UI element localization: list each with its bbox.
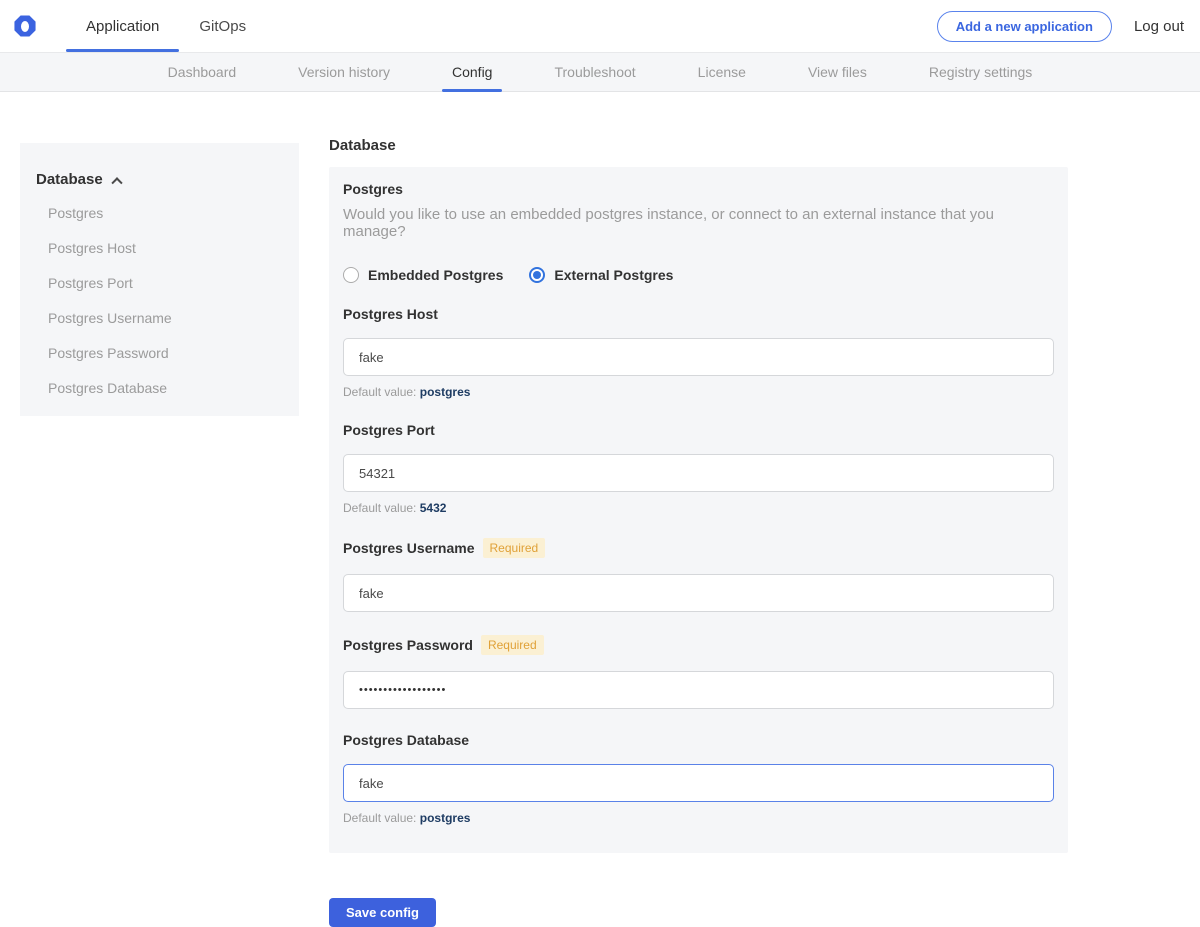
top-navbar: Application GitOps Add a new application…: [0, 0, 1200, 52]
postgres-username-input[interactable]: [343, 574, 1054, 612]
required-badge: Required: [481, 635, 544, 655]
field-postgres-port-label: Postgres Port: [343, 422, 435, 438]
sidebar-item-postgres-host[interactable]: Postgres Host: [36, 231, 283, 266]
sidebar-item-postgres-database[interactable]: Postgres Database: [36, 371, 283, 406]
field-postgres-username-label: Postgres Username: [343, 540, 475, 556]
postgres-port-input[interactable]: [343, 454, 1054, 492]
field-postgres-password-label-row: Postgres Password Required: [343, 635, 1054, 655]
app-logo-icon: [14, 15, 36, 37]
field-postgres-host-label-row: Postgres Host: [343, 306, 1054, 322]
radio-checked-icon[interactable]: [529, 267, 545, 283]
radio-embedded-postgres[interactable]: Embedded Postgres: [343, 267, 503, 283]
postgres-host-default-hint: Default value: postgres: [343, 385, 1054, 399]
subnav-dashboard[interactable]: Dashboard: [168, 53, 237, 91]
save-config-button[interactable]: Save config: [329, 898, 436, 927]
config-sidebar: Database Postgres Postgres Host Postgres…: [20, 143, 299, 416]
topbar-right: Add a new application Log out: [937, 0, 1200, 52]
field-postgres-database-label-row: Postgres Database: [343, 732, 1054, 748]
field-postgres-host-label: Postgres Host: [343, 306, 438, 322]
tab-application[interactable]: Application: [66, 0, 179, 52]
postgres-password-input[interactable]: [343, 671, 1054, 709]
subnav-troubleshoot[interactable]: Troubleshoot: [554, 53, 635, 91]
sidebar-items: Postgres Postgres Host Postgres Port Pos…: [36, 196, 283, 406]
postgres-port-default-hint: Default value: 5432: [343, 501, 1054, 515]
subnav-license[interactable]: License: [698, 53, 746, 91]
sidebar-item-postgres-password[interactable]: Postgres Password: [36, 336, 283, 371]
default-label: Default value:: [343, 811, 416, 825]
page-body: Database Postgres Postgres Host Postgres…: [0, 92, 1200, 927]
logout-button[interactable]: Log out: [1134, 18, 1184, 35]
subnav-config[interactable]: Config: [452, 53, 492, 91]
field-postgres-database-label: Postgres Database: [343, 732, 469, 748]
top-tabs: Application GitOps: [66, 0, 266, 52]
field-postgres-port-label-row: Postgres Port: [343, 422, 1054, 438]
subnav-view-files[interactable]: View files: [808, 53, 867, 91]
config-group-panel: Postgres Would you like to use an embedd…: [329, 167, 1068, 853]
group-help-text: Would you like to use an embedded postgr…: [343, 206, 1054, 240]
config-content: Database Postgres Would you like to use …: [329, 137, 1068, 927]
default-value: 5432: [420, 501, 447, 515]
field-postgres-password-label: Postgres Password: [343, 637, 473, 653]
postgres-database-default-hint: Default value: postgres: [343, 811, 1054, 825]
app-subnav: Dashboard Version history Config Trouble…: [0, 52, 1200, 92]
chevron-up-icon: [111, 177, 122, 188]
postgres-host-input[interactable]: [343, 338, 1054, 376]
tab-gitops[interactable]: GitOps: [179, 0, 266, 52]
default-value: postgres: [420, 811, 471, 825]
radio-embedded-label: Embedded Postgres: [368, 267, 503, 283]
postgres-type-radio-group: Embedded Postgres External Postgres: [343, 267, 1054, 283]
subnav-registry-settings[interactable]: Registry settings: [929, 53, 1032, 91]
add-new-application-button[interactable]: Add a new application: [937, 11, 1112, 42]
radio-external-label: External Postgres: [554, 267, 673, 283]
radio-unchecked-icon[interactable]: [343, 267, 359, 283]
required-badge: Required: [483, 538, 546, 558]
subnav-version-history[interactable]: Version history: [298, 53, 390, 91]
section-title: Database: [329, 137, 1068, 154]
sidebar-item-postgres-username[interactable]: Postgres Username: [36, 301, 283, 336]
sidebar-group-title: Database: [36, 171, 103, 188]
default-value: postgres: [420, 385, 471, 399]
postgres-database-input[interactable]: [343, 764, 1054, 802]
default-label: Default value:: [343, 501, 416, 515]
radio-external-postgres[interactable]: External Postgres: [529, 267, 673, 283]
sidebar-group-database[interactable]: Database: [36, 171, 283, 188]
app-logo-link[interactable]: [10, 0, 50, 52]
sidebar-item-postgres[interactable]: Postgres: [36, 196, 283, 231]
sidebar-item-postgres-port[interactable]: Postgres Port: [36, 266, 283, 301]
field-postgres-username-label-row: Postgres Username Required: [343, 538, 1054, 558]
default-label: Default value:: [343, 385, 416, 399]
group-item-label: Postgres: [343, 181, 1054, 197]
